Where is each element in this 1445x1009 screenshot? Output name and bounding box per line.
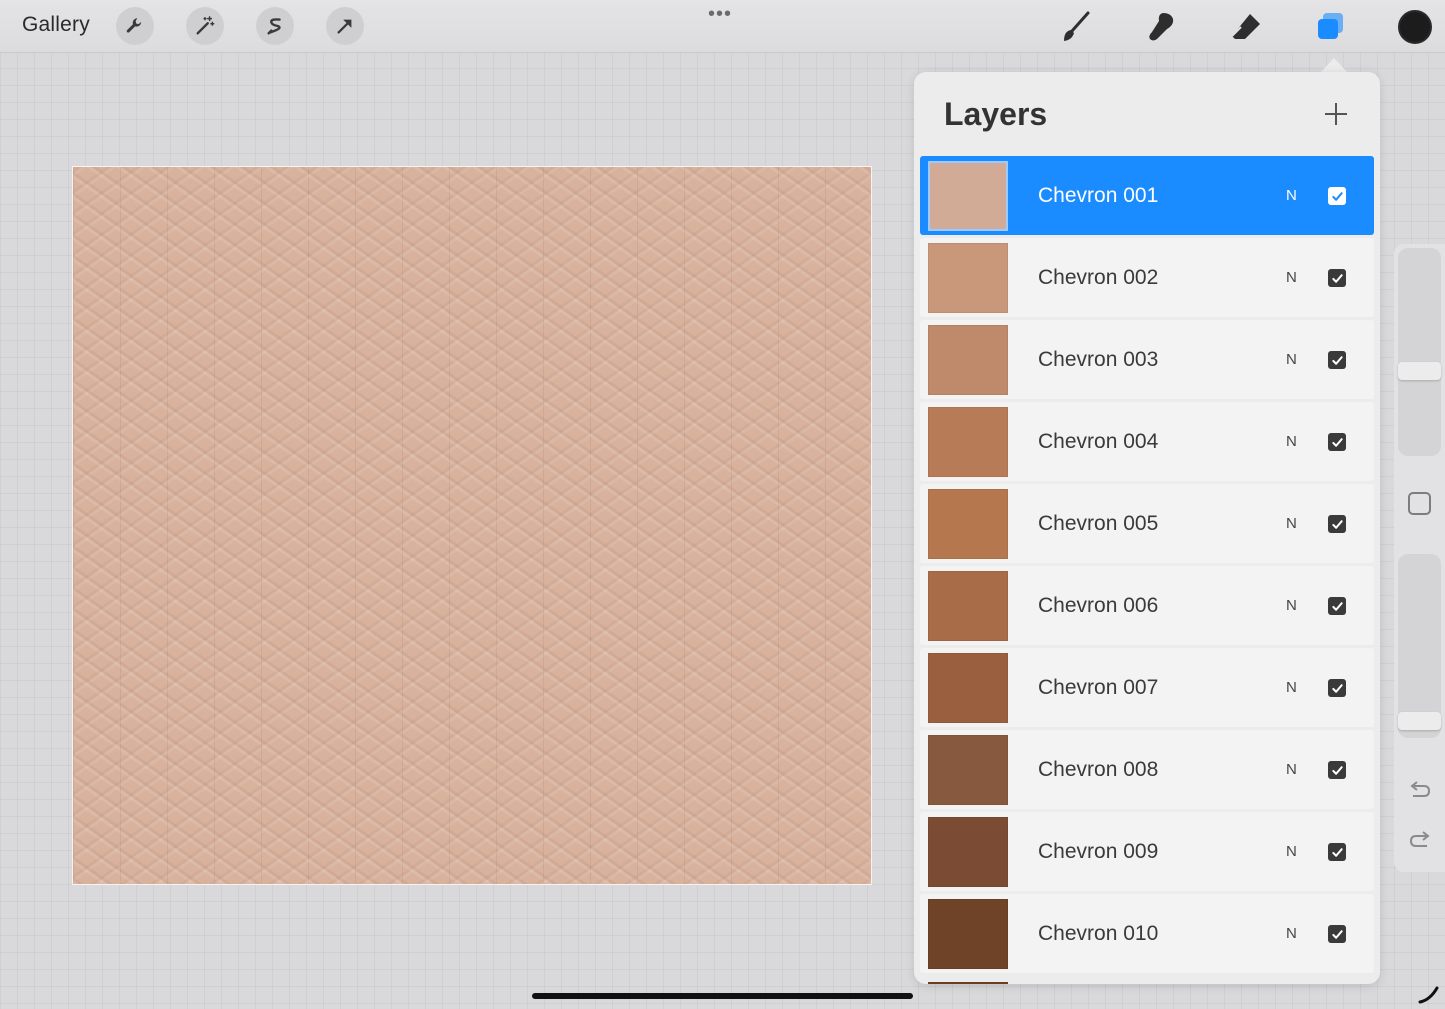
blend-mode-button[interactable]: N xyxy=(1286,515,1297,532)
layer-name: Chevron 010 xyxy=(1038,922,1159,945)
checkmark-icon xyxy=(1331,191,1343,201)
gallery-button[interactable]: Gallery xyxy=(22,13,90,37)
eraser-icon[interactable] xyxy=(1226,8,1266,46)
opacity-thumb[interactable] xyxy=(1398,711,1441,730)
panel-title: Layers xyxy=(944,96,1048,132)
layer-name: Chevron 006 xyxy=(1038,594,1159,617)
layer-name: Chevron 005 xyxy=(1038,512,1159,535)
magic-wand-icon[interactable] xyxy=(186,7,224,45)
add-layer-button[interactable] xyxy=(1320,98,1352,130)
blend-mode-button[interactable]: N xyxy=(1286,351,1297,368)
layer-thumbnail xyxy=(928,407,1008,477)
layer-row[interactable]: Chevron 009 N xyxy=(920,812,1374,891)
blend-mode-button[interactable]: N xyxy=(1286,433,1297,450)
smudge-icon[interactable] xyxy=(1141,8,1181,46)
layer-row[interactable]: Chevron 001 N xyxy=(920,156,1374,235)
blend-mode-button[interactable]: N xyxy=(1286,843,1297,860)
layer-name: Chevron 004 xyxy=(1038,430,1159,453)
layer-thumbnail xyxy=(928,899,1008,969)
layer-row[interactable]: Chevron 007 N xyxy=(920,648,1374,727)
visibility-checkbox[interactable] xyxy=(1328,351,1346,369)
layers-panel: Layers Chevron 001 N Chevron 002 N Chevron 0… xyxy=(914,72,1380,984)
layer-row[interactable]: Chevron 008 N xyxy=(920,730,1374,809)
layer-thumbnail-partial xyxy=(928,982,1008,984)
layer-row[interactable]: Chevron 005 N xyxy=(920,484,1374,563)
visibility-checkbox[interactable] xyxy=(1328,187,1346,205)
layer-thumbnail xyxy=(928,735,1008,805)
plus-icon xyxy=(1325,103,1347,125)
checkmark-icon xyxy=(1331,519,1343,529)
layer-name: Chevron 001 xyxy=(1038,184,1159,207)
checkmark-icon xyxy=(1331,601,1343,611)
visibility-checkbox[interactable] xyxy=(1328,515,1346,533)
layer-name: Chevron 007 xyxy=(1038,676,1159,699)
layer-name: Chevron 002 xyxy=(1038,266,1159,289)
blend-mode-button[interactable]: N xyxy=(1286,597,1297,614)
visibility-checkbox[interactable] xyxy=(1328,761,1346,779)
opacity-slider[interactable] xyxy=(1398,554,1441,738)
blend-mode-button[interactable]: N xyxy=(1286,187,1297,204)
color-picker-button[interactable] xyxy=(1398,10,1432,44)
layer-thumbnail xyxy=(928,817,1008,887)
visibility-checkbox[interactable] xyxy=(1328,269,1346,287)
blend-mode-button[interactable]: N xyxy=(1286,679,1297,696)
drawing-canvas[interactable] xyxy=(72,166,872,885)
transform-arrow-icon[interactable] xyxy=(326,7,364,45)
redo-icon[interactable] xyxy=(1407,828,1433,852)
layer-row[interactable]: Chevron 002 N xyxy=(920,238,1374,317)
layer-name: Chevron 008 xyxy=(1038,758,1159,781)
layer-thumbnail xyxy=(928,325,1008,395)
modify-button[interactable] xyxy=(1408,492,1431,515)
blend-mode-button[interactable]: N xyxy=(1286,925,1297,942)
brush-size-thumb[interactable] xyxy=(1398,362,1441,380)
layer-name: Chevron 003 xyxy=(1038,348,1159,371)
layer-thumbnail xyxy=(928,571,1008,641)
brush-size-slider[interactable] xyxy=(1398,248,1441,456)
visibility-checkbox[interactable] xyxy=(1328,433,1346,451)
layer-thumbnail xyxy=(928,161,1008,231)
checkmark-icon xyxy=(1331,437,1343,447)
selection-icon[interactable] xyxy=(256,7,294,45)
visibility-checkbox[interactable] xyxy=(1328,679,1346,697)
checkmark-icon xyxy=(1331,847,1343,857)
undo-icon[interactable] xyxy=(1407,778,1433,802)
layer-row[interactable]: Chevron 004 N xyxy=(920,402,1374,481)
layer-thumbnail xyxy=(928,243,1008,313)
layers-icon[interactable] xyxy=(1310,8,1350,46)
layer-name: Chevron 009 xyxy=(1038,840,1159,863)
layer-row[interactable]: Chevron 003 N xyxy=(920,320,1374,399)
visibility-checkbox[interactable] xyxy=(1328,925,1346,943)
visibility-checkbox[interactable] xyxy=(1328,843,1346,861)
panel-pointer xyxy=(1320,58,1348,73)
checkmark-icon xyxy=(1331,929,1343,939)
checkmark-icon xyxy=(1331,355,1343,365)
more-options-icon[interactable]: ••• xyxy=(708,4,732,24)
layer-thumbnail xyxy=(928,489,1008,559)
checkmark-icon xyxy=(1331,765,1343,775)
quick-menu-icon[interactable] xyxy=(1418,984,1440,1004)
home-indicator[interactable] xyxy=(532,993,913,999)
blend-mode-button[interactable]: N xyxy=(1286,761,1297,778)
top-toolbar: Gallery ••• xyxy=(0,0,1445,53)
brush-icon[interactable] xyxy=(1056,8,1096,46)
visibility-checkbox[interactable] xyxy=(1328,597,1346,615)
layer-thumbnail xyxy=(928,653,1008,723)
layer-row[interactable]: Chevron 010 N xyxy=(920,894,1374,973)
blend-mode-button[interactable]: N xyxy=(1286,269,1297,286)
checkmark-icon xyxy=(1331,683,1343,693)
wrench-icon[interactable] xyxy=(116,7,154,45)
checkmark-icon xyxy=(1331,273,1343,283)
layer-row[interactable]: Chevron 006 N xyxy=(920,566,1374,645)
layer-list: Chevron 001 N Chevron 002 N Chevron 003 N Chev… xyxy=(920,156,1374,976)
